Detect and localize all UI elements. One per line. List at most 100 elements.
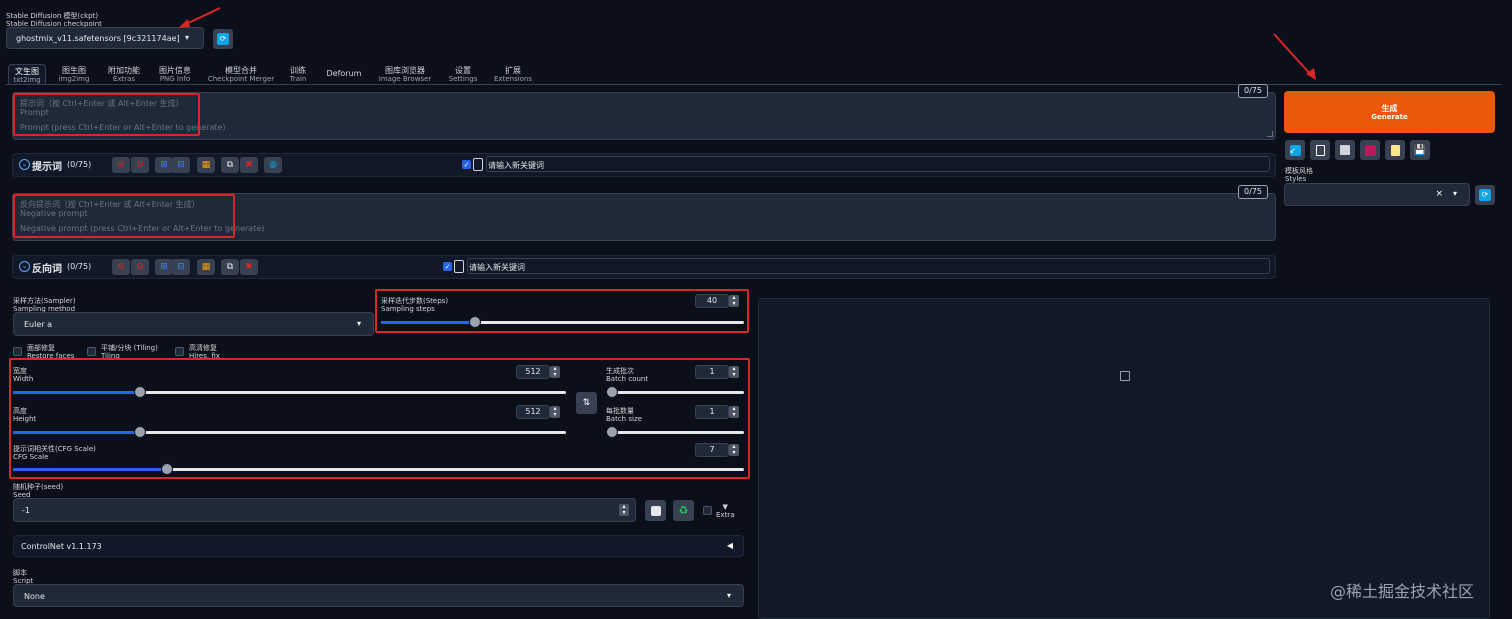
prompt-tag-title: 提示词 bbox=[32, 162, 62, 173]
keyword-input-icon bbox=[454, 260, 464, 273]
prompt-keyword-input[interactable]: 请输入新关键词 bbox=[486, 156, 1270, 172]
tab-deforum[interactable]: Deforum bbox=[320, 64, 368, 85]
tab-extensions[interactable]: 扩展 Extensions bbox=[492, 64, 534, 85]
styles-label: 模板风格 Styles bbox=[1285, 167, 1313, 183]
batch-size-spinner[interactable]: ▴ ▾ bbox=[729, 406, 739, 418]
copy-button[interactable]: ⧉ bbox=[221, 259, 239, 275]
collapse-icon[interactable]: ⌄ bbox=[19, 159, 30, 170]
tab-train[interactable]: 训练 Train bbox=[284, 64, 312, 85]
batch-count-slider[interactable] bbox=[606, 386, 744, 398]
import-button[interactable]: ⊞ bbox=[155, 259, 173, 275]
steps-slider[interactable] bbox=[381, 316, 744, 328]
import-button[interactable]: ⊞ bbox=[155, 157, 173, 173]
cfg-number-input[interactable]: 7 bbox=[695, 443, 729, 457]
batch-count-number-input[interactable]: 1 bbox=[695, 365, 729, 379]
extra-networks-button[interactable] bbox=[1360, 140, 1380, 160]
batch-size-slider[interactable] bbox=[606, 426, 744, 438]
generate-button[interactable]: 生成 Generate bbox=[1284, 91, 1495, 133]
slider-fill bbox=[13, 431, 141, 434]
annotation-arrow-icon bbox=[1273, 33, 1316, 80]
tab-img2img[interactable]: 图生图 img2img bbox=[54, 64, 94, 85]
negative-keyword-checkbox[interactable]: ✓ bbox=[443, 262, 452, 271]
refresh-styles-button[interactable]: ⟳ bbox=[1475, 185, 1495, 205]
clear-tags-button[interactable]: ✖ bbox=[240, 259, 258, 275]
seed-input[interactable]: -1 ▴ ▾ bbox=[13, 498, 636, 522]
translate-button[interactable]: ⊘ bbox=[112, 157, 130, 173]
steps-number-input[interactable]: 40 bbox=[695, 294, 729, 308]
cfg-spinner[interactable]: ▴ ▾ bbox=[729, 444, 739, 456]
tab-extras[interactable]: 附加功能 Extras bbox=[102, 64, 146, 85]
collapse-arrow-icon: ◀ bbox=[726, 541, 733, 550]
apply-style-button[interactable] bbox=[1385, 140, 1405, 160]
favorite-icon: ▦ bbox=[201, 160, 211, 170]
cfg-slider[interactable] bbox=[13, 463, 744, 475]
seed-spinner[interactable]: ▴ ▾ bbox=[619, 504, 629, 516]
tab-txt2img[interactable]: 文生图 txt2img bbox=[8, 64, 46, 85]
trash-icon bbox=[1315, 144, 1325, 156]
globe-button[interactable]: ◍ bbox=[264, 157, 282, 173]
random-seed-button[interactable] bbox=[645, 500, 666, 521]
batch-size-label: 每批数量 Batch size bbox=[606, 407, 642, 423]
batch-count-spinner[interactable]: ▴ ▾ bbox=[729, 366, 739, 378]
sampler-label-zh: 采样方法(Sampler) bbox=[13, 297, 76, 305]
batch-size-number-input[interactable]: 1 bbox=[695, 405, 729, 419]
extra-seed-checkbox[interactable] bbox=[703, 506, 712, 515]
controlnet-accordion[interactable]: ControlNet v1.1.173 ◀ bbox=[13, 535, 744, 557]
clear-prompt-button[interactable] bbox=[1310, 140, 1330, 160]
styles-select[interactable]: × ▾ bbox=[1284, 183, 1470, 206]
export-button[interactable]: ⊟ bbox=[172, 157, 190, 173]
export-button[interactable]: ⊟ bbox=[172, 259, 190, 275]
favorite-button[interactable]: ▦ bbox=[197, 259, 215, 275]
styles-label-zh: 模板风格 bbox=[1285, 167, 1313, 175]
save-style-button[interactable]: 💾 bbox=[1410, 140, 1430, 160]
arrow-icon: ↙ bbox=[1289, 144, 1301, 156]
slider-thumb[interactable] bbox=[160, 463, 173, 475]
hires-fix-checkbox[interactable] bbox=[175, 347, 184, 356]
prompt-textarea[interactable]: 提示词（按 Ctrl+Enter 或 Alt+Enter 生成） Prompt … bbox=[12, 92, 1276, 140]
restore-faces-checkbox[interactable] bbox=[13, 347, 22, 356]
tiling-checkbox[interactable] bbox=[87, 347, 96, 356]
sampler-value: Euler a bbox=[24, 320, 53, 329]
extra-seed-label: ▼ Extra bbox=[716, 503, 734, 519]
width-slider[interactable] bbox=[13, 386, 566, 398]
prompt-token-counter: 0/75 bbox=[1238, 84, 1268, 98]
image-icon bbox=[1120, 371, 1130, 381]
height-spinner[interactable]: ▴ ▾ bbox=[550, 406, 560, 418]
steps-spinner[interactable]: ▴ ▾ bbox=[729, 295, 739, 307]
clear-icon[interactable]: × bbox=[1435, 189, 1443, 199]
tab-settings[interactable]: 设置 Settings bbox=[446, 64, 480, 85]
negative-keyword-input[interactable]: 请输入新关键词 bbox=[467, 258, 1270, 274]
tab-image-browser[interactable]: 图库浏览器 Image Browser bbox=[376, 64, 434, 85]
collapse-icon[interactable]: ⌄ bbox=[19, 261, 30, 272]
translate-button[interactable]: ⊘ bbox=[112, 259, 130, 275]
read-params-button[interactable]: ↙ bbox=[1285, 140, 1305, 160]
delete-button[interactable] bbox=[1335, 140, 1355, 160]
height-slider[interactable] bbox=[13, 426, 566, 438]
checkpoint-value: ghostmix_v11.safetensors [9c321174ae] bbox=[16, 34, 180, 43]
batch-size-label-zh: 每批数量 bbox=[606, 407, 634, 415]
copy-button[interactable]: ⧉ bbox=[221, 157, 239, 173]
prompt-keyword-checkbox[interactable]: ✓ bbox=[462, 160, 471, 169]
undo-icon: ⊘ bbox=[136, 262, 144, 272]
tab-label-zh: 训练 bbox=[290, 66, 306, 75]
width-spinner[interactable]: ▴ ▾ bbox=[550, 366, 560, 378]
sampler-select[interactable]: Euler a ▾ bbox=[13, 312, 374, 336]
tab-png-info[interactable]: 图片信息 PNG Info bbox=[152, 64, 198, 85]
slider-thumb[interactable] bbox=[606, 386, 618, 398]
clear-tags-button[interactable]: ✖ bbox=[240, 157, 258, 173]
resize-handle[interactable] bbox=[1267, 131, 1273, 137]
script-select[interactable]: None ▾ bbox=[13, 584, 744, 607]
width-number-input[interactable]: 512 bbox=[516, 365, 550, 379]
slider-thumb[interactable] bbox=[606, 426, 618, 438]
undo-button[interactable]: ⊘ bbox=[131, 157, 149, 173]
height-number-input[interactable]: 512 bbox=[516, 405, 550, 419]
reuse-seed-button[interactable]: ♻ bbox=[673, 500, 694, 521]
undo-button[interactable]: ⊘ bbox=[131, 259, 149, 275]
checkpoint-select[interactable]: ghostmix_v11.safetensors [9c321174ae] ▾ bbox=[6, 27, 204, 49]
swap-dimensions-button[interactable]: ⇅ bbox=[576, 392, 597, 414]
refresh-checkpoint-button[interactable]: ⟳ bbox=[213, 29, 233, 49]
generate-label-en: Generate bbox=[1371, 113, 1408, 121]
tab-checkpoint-merger[interactable]: 模型合并 Checkpoint Merger bbox=[204, 64, 278, 85]
favorite-button[interactable]: ▦ bbox=[197, 157, 215, 173]
cfg-label-en: CFG Scale bbox=[13, 453, 49, 461]
